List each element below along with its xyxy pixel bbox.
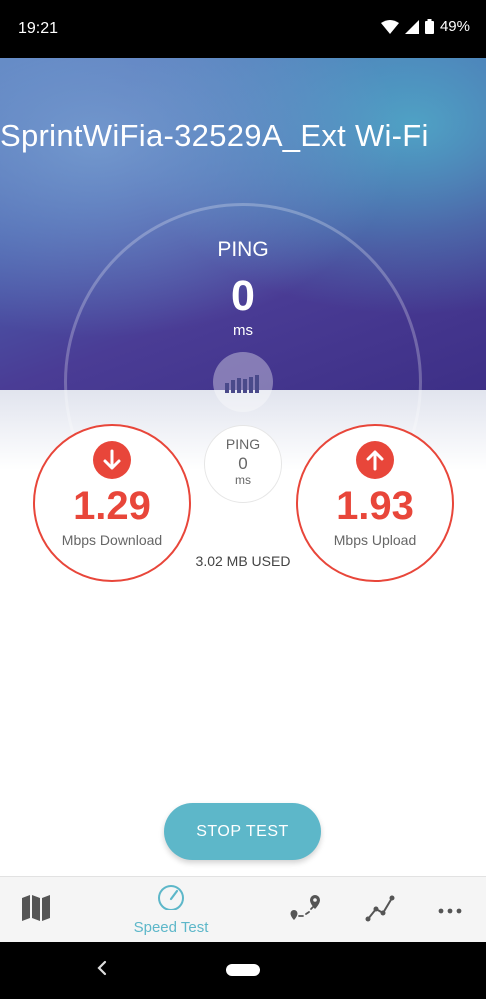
download-label: Mbps Download [61, 532, 163, 548]
nav-map[interactable] [16, 877, 56, 943]
stop-test-button[interactable]: STOP TEST [164, 803, 321, 860]
arrow-down-icon [93, 441, 131, 479]
mini-ping-unit: ms [235, 473, 251, 487]
battery-icon [424, 19, 434, 34]
coverage-icon [289, 894, 323, 927]
status-icons: 49% [380, 18, 470, 35]
gauge-ping-label: PING [217, 238, 269, 261]
battery-percent: 49% [439, 18, 470, 35]
nav-coverage[interactable] [284, 877, 328, 943]
status-bar: 19:21 49% [0, 0, 486, 58]
status-time: 19:21 [18, 20, 59, 37]
network-name: SprintWiFia-32529A_Ext Wi-Fi [0, 118, 429, 153]
upload-value: 1.93 [336, 484, 414, 528]
bottom-nav: Speed Test [0, 876, 486, 943]
results-icon [365, 894, 395, 927]
speedtest-logo-icon [213, 352, 273, 412]
mini-ping-circle: PING 0 ms [204, 425, 282, 503]
upload-label: Mbps Upload [333, 532, 417, 548]
more-icon [438, 901, 462, 919]
speedometer-icon [156, 884, 186, 915]
mini-ping-value: 0 [238, 454, 248, 473]
home-button[interactable] [226, 964, 260, 976]
back-icon[interactable] [96, 959, 108, 982]
nav-speed-test-label: Speed Test [133, 919, 209, 936]
gauge-ping-value: 0 [231, 272, 255, 320]
mini-ping-label: PING [225, 436, 261, 452]
nav-results[interactable] [358, 877, 402, 943]
cell-signal-icon [404, 19, 419, 34]
arrow-up-icon [356, 441, 394, 479]
gauge-ping-unit: ms [233, 322, 253, 339]
map-icon [21, 894, 51, 927]
data-used-text: 3.02 MB USED [195, 553, 291, 569]
wifi-icon [380, 19, 399, 34]
download-value: 1.29 [73, 484, 151, 528]
nav-speed-test[interactable]: Speed Test [122, 877, 220, 943]
nav-more[interactable] [428, 877, 472, 943]
